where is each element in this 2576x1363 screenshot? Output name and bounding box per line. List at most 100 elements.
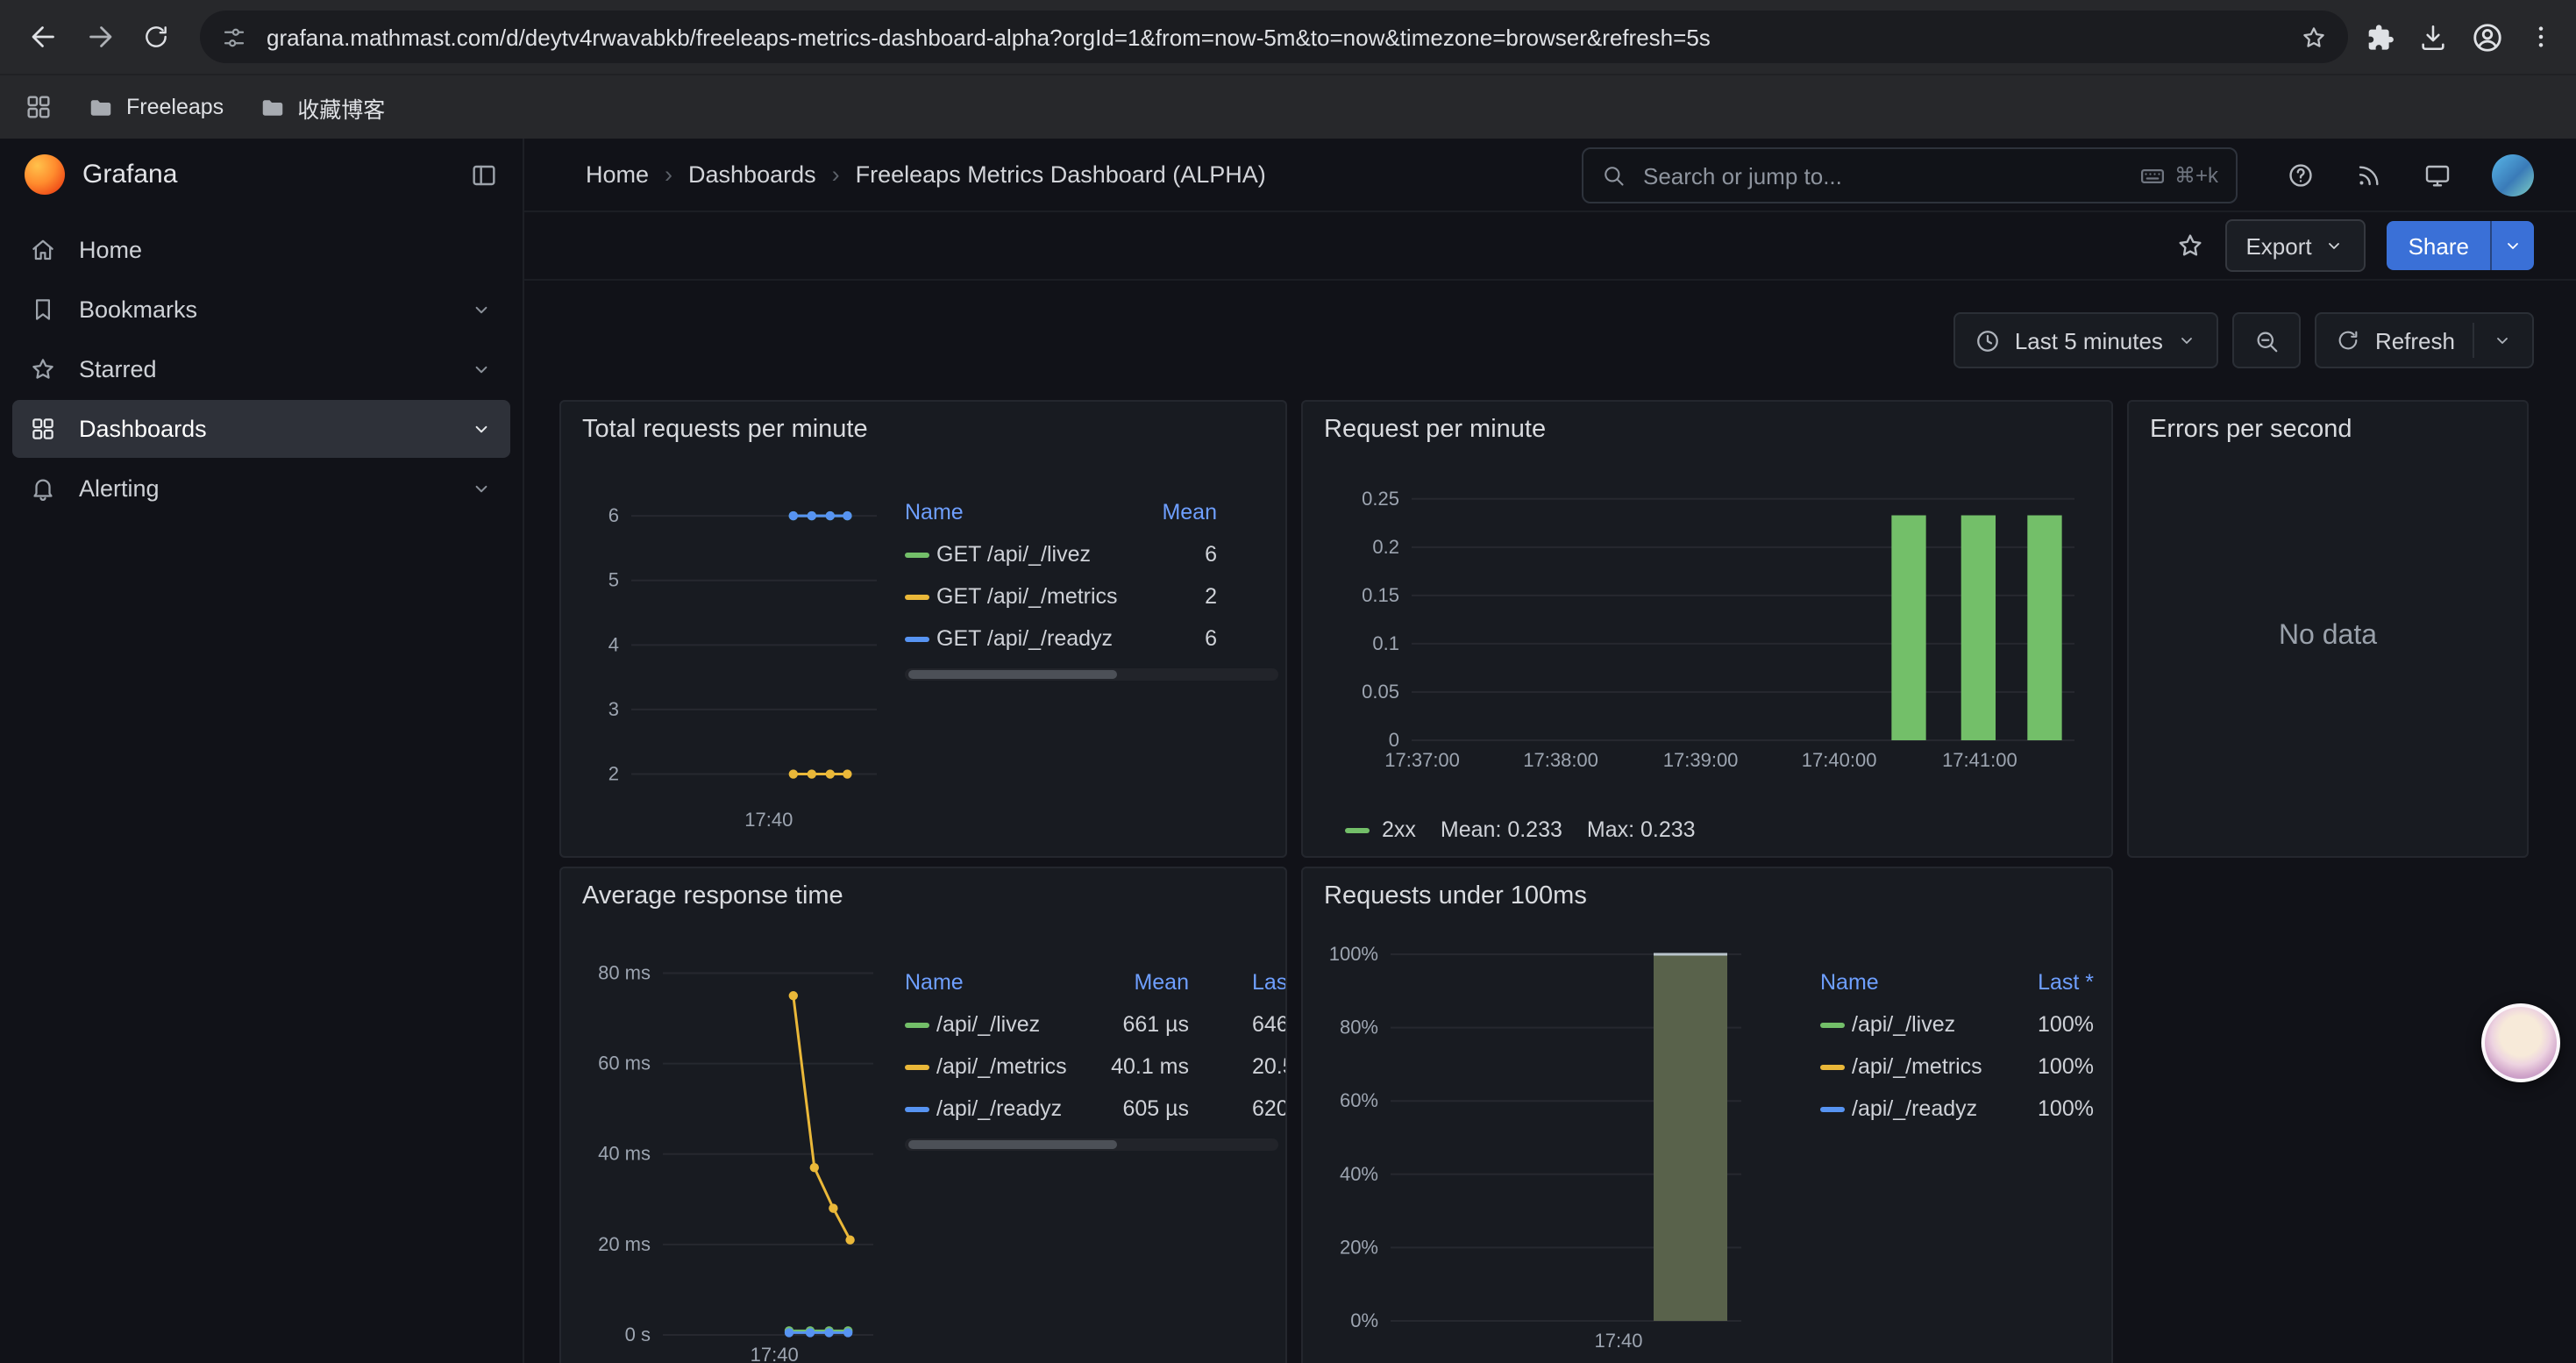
legend-row[interactable]: GET /api/_/livez 6	[905, 533, 1217, 575]
search-box[interactable]: ⌘+k	[1582, 147, 2238, 203]
time-range-picker[interactable]: Last 5 minutes	[1953, 312, 2219, 368]
series-color-dash	[905, 1106, 929, 1111]
refresh-button[interactable]: Refresh	[2316, 312, 2534, 368]
help-icon[interactable]	[2287, 161, 2315, 189]
share-menu-chevron[interactable]	[2490, 221, 2534, 270]
zoom-out-button[interactable]	[2233, 312, 2302, 368]
refresh-interval-chevron[interactable]	[2492, 330, 2513, 351]
bookmarks-bar: Freeleaps 收藏博客	[0, 74, 2576, 139]
downloads-icon[interactable]	[2418, 22, 2448, 52]
chevron-down-icon[interactable]	[470, 417, 493, 440]
series-color-dash	[905, 552, 929, 557]
series-last: 100%	[2003, 1096, 2094, 1121]
legend-row[interactable]: /api/_/livez 100%	[1820, 1003, 2094, 1045]
browser-profile-icon[interactable]	[2471, 20, 2504, 54]
svg-text:0.25: 0.25	[1362, 488, 1399, 510]
legend-header-last[interactable]: Last *	[1189, 970, 1287, 995]
scrollbar-thumb[interactable]	[908, 1140, 1118, 1149]
sidebar-item-label: Starred	[79, 356, 157, 382]
dashboard-actions-bar: Export Share	[524, 212, 2576, 281]
user-avatar[interactable]	[2492, 153, 2534, 196]
legend-header-name[interactable]: Name	[1820, 970, 2003, 995]
grafana-logo[interactable]	[25, 154, 65, 195]
legend-header-name[interactable]: Name	[905, 500, 1138, 525]
legend-row[interactable]: /api/_/readyz 100%	[1820, 1088, 2094, 1130]
svg-text:0.2: 0.2	[1372, 536, 1399, 558]
chevron-down-icon[interactable]	[470, 358, 493, 381]
chevron-down-icon[interactable]	[470, 298, 493, 321]
search-input[interactable]	[1640, 161, 2125, 190]
site-settings-icon[interactable]	[221, 24, 247, 50]
sidebar-item-alerting[interactable]: Alerting	[12, 460, 510, 517]
series-color-dash	[905, 594, 929, 599]
breadcrumb-home[interactable]: Home	[586, 161, 649, 188]
bookmark-label: 收藏博客	[297, 90, 385, 124]
panel-title[interactable]: Average response time	[579, 882, 1268, 914]
export-button[interactable]: Export	[2224, 219, 2366, 272]
legend-scrollbar[interactable]	[905, 668, 1278, 681]
series-mean: Mean: 0.233	[1441, 817, 1562, 842]
search-icon	[1601, 163, 1626, 188]
series-name: /api/_/readyz	[1852, 1096, 2003, 1121]
dashboards-grid-icon	[30, 416, 56, 442]
series-max: Max: 0.233	[1587, 817, 1696, 842]
legend-header-mean[interactable]: Mean	[1091, 970, 1189, 995]
display-icon[interactable]	[2423, 161, 2451, 189]
legend-header-name[interactable]: Name	[905, 970, 1091, 995]
legend-scrollbar[interactable]	[905, 1138, 1278, 1151]
series-color-dash	[1345, 827, 1370, 832]
panel-title[interactable]: Total requests per minute	[579, 416, 1268, 447]
chevron-down-icon[interactable]	[470, 477, 493, 500]
svg-text:17:40:00: 17:40:00	[1802, 749, 1877, 771]
bookmark-item-blog[interactable]: 收藏博客	[259, 90, 385, 124]
panel-title[interactable]: Requests under 100ms	[1320, 882, 2094, 914]
url-bar[interactable]	[200, 11, 2348, 63]
back-button[interactable]	[18, 11, 70, 63]
svg-text:80 ms: 80 ms	[598, 961, 651, 983]
reload-button[interactable]	[130, 11, 182, 63]
breadcrumb-current: Freeleaps Metrics Dashboard (ALPHA)	[856, 161, 1266, 188]
bookmark-star-icon[interactable]	[2301, 24, 2327, 50]
sidebar-item-starred[interactable]: Starred	[12, 340, 510, 398]
news-rss-icon[interactable]	[2355, 161, 2383, 189]
legend-row[interactable]: /api/_/metrics 40.1 ms 20.5 ms	[905, 1045, 1287, 1088]
svg-text:80%: 80%	[1340, 1017, 1378, 1038]
panel-title[interactable]: Request per minute	[1320, 416, 2094, 447]
favorite-star-icon[interactable]	[2175, 232, 2203, 260]
apps-grid-icon[interactable]	[25, 93, 53, 121]
svg-text:17:39:00: 17:39:00	[1663, 749, 1739, 771]
series-name: /api/_/livez	[936, 1012, 1091, 1037]
bookmark-item-freeleaps[interactable]: Freeleaps	[88, 94, 224, 120]
sidebar-item-bookmarks[interactable]: Bookmarks	[12, 281, 510, 339]
breadcrumb-dashboards[interactable]: Dashboards	[688, 161, 816, 188]
panel-legend: Name Mean GET /api/_/livez 6	[905, 491, 1278, 681]
legend-series[interactable]: 2xx	[1345, 817, 1416, 842]
sidebar-item-label: Bookmarks	[79, 296, 197, 323]
scrollbar-thumb[interactable]	[908, 670, 1118, 679]
legend-row[interactable]: GET /api/_/metrics 2	[905, 575, 1217, 617]
svg-text:17:41:00: 17:41:00	[1942, 749, 2017, 771]
series-color-dash	[905, 636, 929, 641]
keyboard-icon	[2139, 162, 2166, 189]
legend-row[interactable]: /api/_/metrics 100%	[1820, 1045, 2094, 1088]
browser-menu-icon[interactable]	[2527, 23, 2555, 51]
legend-row[interactable]: GET /api/_/readyz 6	[905, 617, 1217, 660]
svg-text:0.15: 0.15	[1362, 584, 1399, 606]
extensions-icon[interactable]	[2366, 22, 2395, 52]
sidebar-item-dashboards[interactable]: Dashboards	[12, 400, 510, 458]
legend-row[interactable]: /api/_/readyz 605 µs 620 µs	[905, 1088, 1287, 1130]
share-button[interactable]: Share	[2387, 221, 2534, 270]
svg-text:0 s: 0 s	[625, 1324, 651, 1345]
forward-button[interactable]	[74, 11, 126, 63]
refresh-icon	[2337, 328, 2361, 353]
time-controls: Last 5 minutes Refresh	[524, 281, 2576, 368]
legend-header-mean[interactable]: Mean	[1138, 500, 1217, 525]
panel-title[interactable]: Errors per second	[2146, 416, 2509, 447]
assistant-avatar-widget[interactable]	[2481, 1003, 2560, 1082]
url-input[interactable]	[263, 22, 2285, 52]
legend-row[interactable]: /api/_/livez 661 µs 646 µs	[905, 1003, 1287, 1045]
dock-sidebar-icon[interactable]	[470, 161, 498, 189]
sidebar-item-home[interactable]: Home	[12, 221, 510, 279]
legend-header-last[interactable]: Last *	[2003, 970, 2094, 995]
series-name: /api/_/readyz	[936, 1096, 1091, 1121]
